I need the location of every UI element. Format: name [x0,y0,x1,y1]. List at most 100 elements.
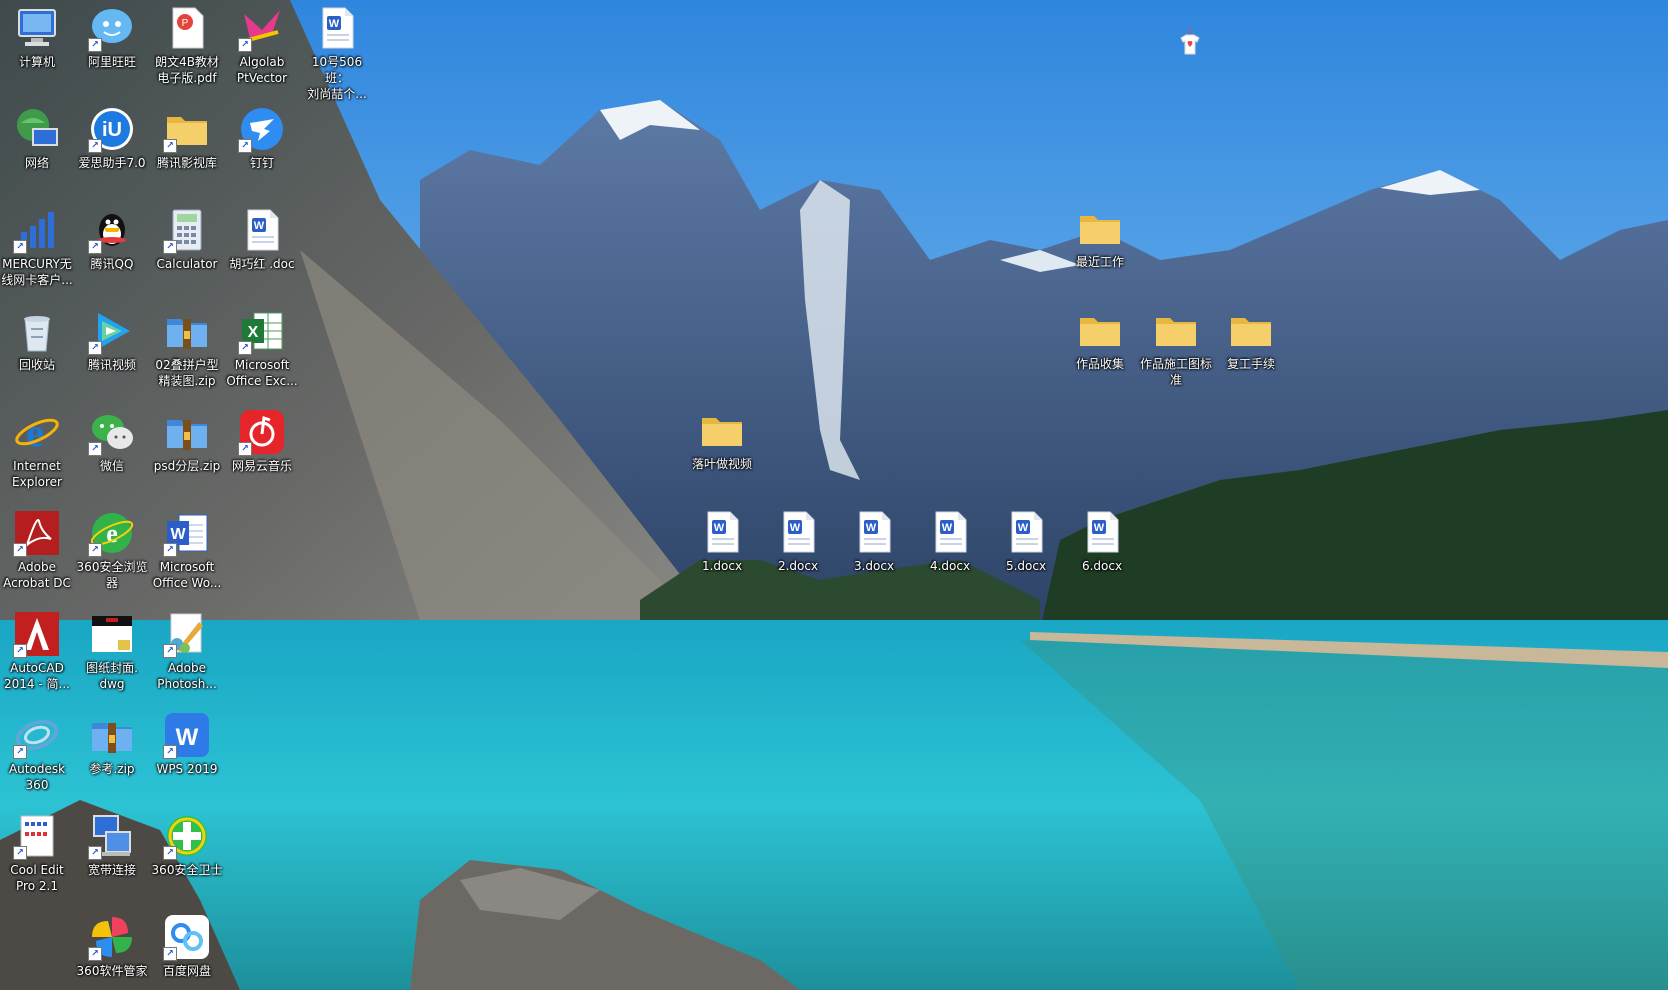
desktop-icon[interactable]: W ↗ Microsoft Office Wo... [151,505,223,597]
zip-archive-icon [163,307,211,355]
svg-text:W: W [942,522,953,534]
desktop-icon[interactable]: ↗ 360软件管家 [76,909,148,1001]
desktop-icon[interactable]: 网络 [1,101,73,193]
photoshop-icon: ↗ [163,610,211,658]
desktop-icon[interactable]: ↗ 腾讯视频 [76,303,148,395]
word-doc-icon: W [313,4,361,52]
desktop-icon[interactable]: ↗ Autodesk 360 [1,707,73,799]
desktop-icon-label: 微信 [99,459,124,473]
svg-text:X: X [248,324,259,341]
desktop-icon[interactable]: ↗ 阿里旺旺 [76,0,148,92]
desktop-icon-label: 360安全浏览 器 [76,560,148,590]
desktop-icon[interactable]: ↗ MERCURY无 线网卡客户... [1,202,73,294]
aisi-icon: iU ↗ [88,105,136,153]
desktop-icon-label: 02叠拼户型 精装图.zip [155,358,219,388]
desktop-icon[interactable]: W ↗ WPS 2019 [151,707,223,799]
desktop-icon-label: 作品施工图标 准 [1140,357,1213,387]
shortcut-arrow-icon: ↗ [88,846,102,860]
desktop-icon[interactable]: ↗ 腾讯QQ [76,202,148,294]
desktop-icon[interactable]: W 4.docx [914,504,986,596]
tshirt-heart-icon[interactable] [1178,28,1202,56]
shortcut-arrow-icon: ↗ [13,240,27,254]
desktop-icon[interactable]: ↗ 360安全卫士 [151,808,223,900]
desktop-icon[interactable]: 复工手续 [1215,302,1287,394]
desktop-icon[interactable]: ↗ 钉钉 [226,101,298,193]
pdf-file-icon: P [163,4,211,52]
desktop-icon-label: AutoCAD 2014 - 简... [4,661,70,691]
svg-text:W: W [176,724,199,751]
desktop-icon[interactable]: W 3.docx [838,504,910,596]
desktop-icon[interactable]: 回收站 [1,303,73,395]
word-doc-icon: W [1078,508,1126,556]
folder-icon [1227,306,1275,354]
desktop-icon-label: 网易云音乐 [231,459,292,473]
word-app-icon: W ↗ [163,509,211,557]
shortcut-arrow-icon: ↗ [163,240,177,254]
desktop-icon-label: 钉钉 [249,156,274,170]
desktop-icon[interactable]: W 2.docx [762,504,834,596]
svg-text:W: W [1018,522,1029,534]
word-doc-icon: W [926,508,974,556]
desktop-icon-label: 爱思助手7.0 [78,156,146,170]
desktop-icon[interactable]: W 1.docx [686,504,758,596]
shortcut-arrow-icon: ↗ [13,543,27,557]
desktop-icon[interactable]: ↗ Calculator [151,202,223,294]
desktop-icon[interactable]: W 5.docx [990,504,1062,596]
desktop-icon-label: 3.docx [853,559,895,573]
desktop-icon-label: Microsoft Office Wo... [152,560,222,590]
shortcut-arrow-icon: ↗ [88,947,102,961]
desktop-icon-label: 朗文4B教材 电子版.pdf [155,55,219,85]
desktop-icon[interactable]: ↗ Adobe Photosh... [151,606,223,698]
zip-archive-icon [88,711,136,759]
desktop-icon[interactable]: 作品施工图标 准 [1140,302,1212,394]
shortcut-arrow-icon: ↗ [13,745,27,759]
desktop-icon[interactable]: ↗ AutoCAD 2014 - 简... [1,606,73,698]
svg-text:W: W [866,522,877,534]
desktop-icon[interactable]: 落叶做视频 [686,402,758,494]
desktop-icon[interactable]: 最近工作 [1064,200,1136,292]
desktop-icon[interactable]: ↗ 网易云音乐 [226,404,298,496]
desktop-icon[interactable]: e ↗ 360安全浏览 器 [76,505,148,597]
computer-icon [13,4,61,52]
desktop-icon-label: 参考.zip [89,762,135,776]
desktop-icon[interactable]: iU ↗ 爱思助手7.0 [76,101,148,193]
tencent-video-icon: ↗ [88,307,136,355]
desktop-icon[interactable]: ↗ 宽带连接 [76,808,148,900]
folder-icon [698,406,746,454]
360-browser-icon: e ↗ [88,509,136,557]
desktop-icon[interactable]: 参考.zip [76,707,148,799]
shortcut-arrow-icon: ↗ [163,947,177,961]
desktop-icon[interactable]: ↗ 百度网盘 [151,909,223,1001]
word-doc-icon: W [850,508,898,556]
desktop-icon[interactable]: W 6.docx [1066,504,1138,596]
desktop-icon[interactable]: X ↗ Microsoft Office Exc... [226,303,298,395]
folder-icon: ↗ [163,105,211,153]
desktop-icon-label: 360软件管家 [76,964,148,978]
desktop-icon[interactable]: ↗ Algolab PtVector [226,0,298,92]
desktop-icon[interactable]: ↗ Cool Edit Pro 2.1 [1,808,73,900]
svg-text:W: W [714,522,725,534]
desktop-icon-label: MERCURY无 线网卡客户... [1,257,73,287]
desktop-icon-label: 百度网盘 [162,964,211,978]
desktop-icon[interactable]: e Internet Explorer [1,404,73,496]
desktop-icon[interactable]: ↗ 腾讯影视库 [151,101,223,193]
desktop-icon[interactable]: 计算机 [1,0,73,92]
recycle-bin-icon [13,307,61,355]
desktop-icon-label: 6.docx [1081,559,1123,573]
ie-icon: e [13,408,61,456]
shortcut-arrow-icon: ↗ [238,341,252,355]
shortcut-arrow-icon: ↗ [88,139,102,153]
desktop-icon[interactable]: W 10号506班： 刘尚喆个... [301,0,373,101]
desktop-icon[interactable]: P 朗文4B教材 电子版.pdf [151,0,223,92]
shortcut-arrow-icon: ↗ [238,38,252,52]
desktop-icon[interactable]: W 胡巧红 .doc [226,202,298,294]
desktop-icon[interactable]: 图纸封面. dwg [76,606,148,698]
desktop-icon[interactable]: ↗ 微信 [76,404,148,496]
desktop-icon[interactable]: 02叠拼户型 精装图.zip [151,303,223,395]
svg-text:W: W [329,18,340,30]
svg-text:e: e [26,410,44,455]
desktop-icon[interactable]: 作品收集 [1064,302,1136,394]
desktop-icon[interactable]: psd分层.zip [151,404,223,496]
desktop-icon-label: 最近工作 [1075,255,1124,269]
desktop-icon[interactable]: ↗ Adobe Acrobat DC [1,505,73,597]
